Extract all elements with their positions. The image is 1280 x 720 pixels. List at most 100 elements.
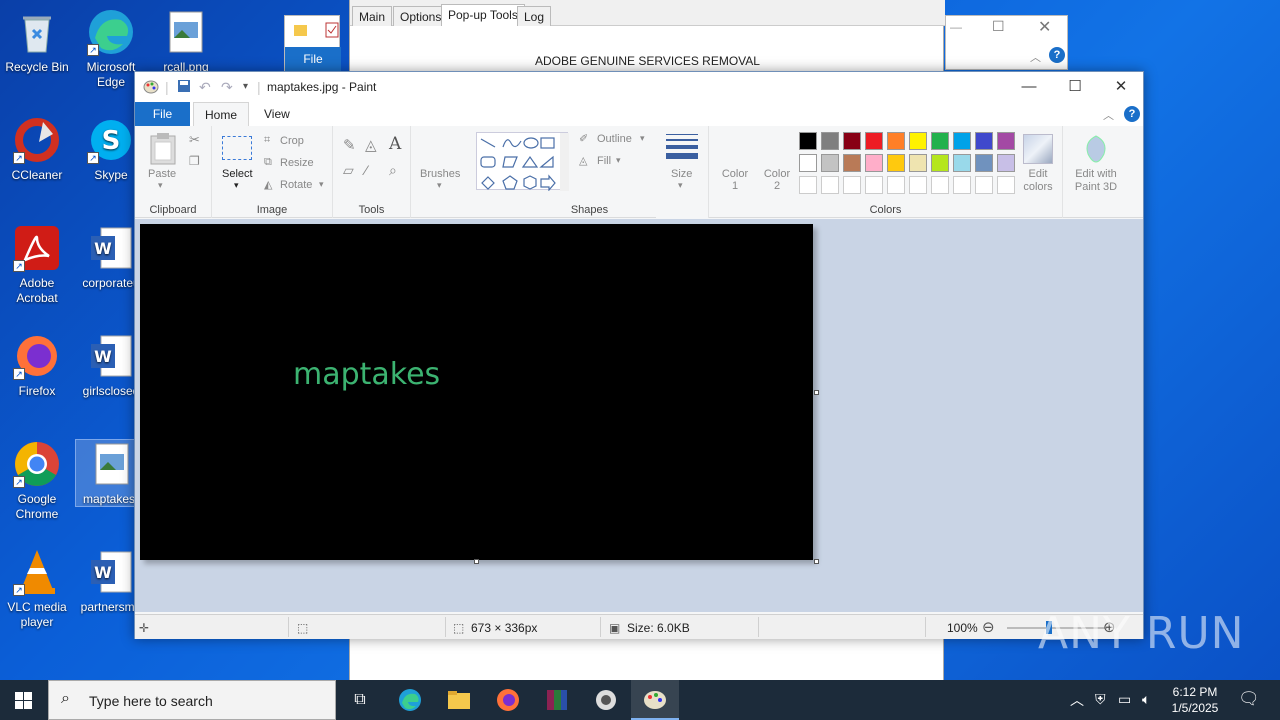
minimize-button[interactable]: —: [1006, 72, 1052, 102]
collapse-ribbon-icon[interactable]: ︿: [1103, 107, 1114, 123]
custom-color-slot[interactable]: [843, 176, 861, 194]
fill-icon[interactable]: ◬: [579, 154, 587, 167]
magnifier-icon[interactable]: ⌕: [389, 162, 397, 179]
color-swatch[interactable]: [887, 154, 905, 172]
paint-window[interactable]: | ↶ ↷ ▾ | maptakes.jpg - Paint — ☐ ✕ Fil…: [134, 71, 1144, 639]
paste-button[interactable]: Paste: [148, 168, 176, 180]
color2-button[interactable]: Color 2: [761, 168, 793, 192]
color-swatch[interactable]: [953, 154, 971, 172]
crop-icon[interactable]: ⌗: [264, 134, 270, 147]
tab-view[interactable]: View: [253, 102, 301, 126]
canvas-area[interactable]: maptakes: [135, 219, 1143, 612]
color-swatch[interactable]: [931, 132, 949, 150]
paste-icon[interactable]: [149, 132, 177, 166]
select-button[interactable]: Select: [222, 168, 253, 180]
notifications-icon[interactable]: 🗨︎: [1238, 689, 1260, 709]
cut-icon[interactable]: ✂: [189, 132, 200, 148]
color-swatch[interactable]: [821, 154, 839, 172]
image-canvas[interactable]: maptakes: [140, 224, 813, 560]
close-icon[interactable]: ✕: [1038, 17, 1051, 37]
color-swatch[interactable]: [975, 132, 993, 150]
resize-handle-right[interactable]: [814, 390, 819, 395]
pencil-icon[interactable]: ✎: [343, 136, 356, 154]
color-swatch[interactable]: [821, 132, 839, 150]
undo-icon[interactable]: ↶: [199, 79, 211, 96]
eraser-icon[interactable]: ▱: [343, 162, 354, 179]
desktop-icon-vlc[interactable]: ↗ VLC media player: [1, 548, 73, 630]
edit-colors-icon[interactable]: [1023, 134, 1053, 164]
edit-colors-button[interactable]: Edit colors: [1017, 168, 1059, 194]
color-swatch[interactable]: [865, 132, 883, 150]
security-icon[interactable]: ⛨: [1095, 691, 1106, 708]
desktop-icon-google-chrome[interactable]: ↗ Google Chrome: [1, 440, 73, 522]
outline-icon[interactable]: ✐: [579, 132, 588, 145]
taskbar-paint-icon[interactable]: [631, 680, 679, 720]
maximize-button[interactable]: ☐: [1052, 72, 1098, 102]
desktop-icon-adobe-acrobat[interactable]: ↗ Adobe Acrobat: [1, 224, 73, 306]
fill-button[interactable]: Fill: [597, 155, 611, 167]
color-swatch[interactable]: [931, 154, 949, 172]
tab-home[interactable]: Home: [193, 102, 250, 126]
desktop-icon-firefox[interactable]: ↗ Firefox: [1, 332, 73, 399]
taskbar-winrar-icon[interactable]: [533, 680, 581, 720]
tab-log[interactable]: Log: [517, 6, 552, 26]
customize-qat-icon[interactable]: ▾: [243, 81, 248, 92]
help-icon[interactable]: ?: [1049, 47, 1065, 63]
fill-bucket-icon[interactable]: ◬: [365, 136, 377, 154]
custom-color-slot[interactable]: [997, 176, 1015, 194]
color-swatch[interactable]: [909, 132, 927, 150]
desktop-icon-ccleaner[interactable]: ↗ CCleaner: [1, 116, 73, 183]
crop-button[interactable]: Crop: [280, 135, 304, 147]
text-tool-icon[interactable]: A: [389, 134, 401, 154]
shapes-gallery[interactable]: [476, 132, 569, 192]
color-swatch[interactable]: [799, 154, 817, 172]
show-hidden-icons-icon[interactable]: ︿: [1070, 690, 1084, 710]
taskbar-firefox-icon[interactable]: [484, 680, 532, 720]
resize-handle-bottom[interactable]: [474, 559, 479, 564]
tab-file[interactable]: File: [135, 102, 190, 126]
paint3d-icon[interactable]: [1082, 134, 1110, 164]
custom-color-slot[interactable]: [887, 176, 905, 194]
custom-color-slot[interactable]: [865, 176, 883, 194]
title-bar[interactable]: | ↶ ↷ ▾ | maptakes.jpg - Paint — ☐ ✕: [135, 72, 1143, 102]
custom-color-slot[interactable]: [799, 176, 817, 194]
custom-color-slot[interactable]: [953, 176, 971, 194]
maximize-icon[interactable]: ☐: [992, 18, 1005, 35]
size-icon[interactable]: [666, 134, 698, 159]
color-swatch[interactable]: [953, 132, 971, 150]
custom-color-slot[interactable]: [931, 176, 949, 194]
custom-color-slot[interactable]: [821, 176, 839, 194]
taskbar-search-box[interactable]: ⌕ Type here to search: [48, 680, 336, 720]
start-button[interactable]: [0, 680, 48, 720]
task-view-icon[interactable]: ⧉: [336, 680, 384, 720]
color-swatch[interactable]: [997, 132, 1015, 150]
redo-icon[interactable]: ↷: [221, 79, 233, 96]
color-swatch[interactable]: [887, 132, 905, 150]
tab-popup-tools[interactable]: Pop-up Tools: [441, 4, 525, 26]
rotate-icon[interactable]: ◭: [264, 178, 272, 191]
copy-icon[interactable]: ❐: [189, 154, 200, 168]
file-explorer-window[interactable]: File: [284, 15, 341, 72]
edit-with-paint3d-button[interactable]: Edit with Paint 3D: [1065, 168, 1127, 194]
color1-button[interactable]: Color 1: [719, 168, 751, 192]
desktop-icon-recycle-bin[interactable]: Recycle Bin: [1, 8, 73, 75]
volume-icon[interactable]: 🔈︎: [1142, 691, 1150, 708]
rotate-button[interactable]: Rotate: [280, 179, 312, 191]
clock[interactable]: 6:12 PM 1/5/2025: [1166, 684, 1224, 716]
tab-main[interactable]: Main: [352, 6, 393, 26]
color-swatch[interactable]: [975, 154, 993, 172]
size-button[interactable]: Size: [671, 168, 692, 180]
color-swatch[interactable]: [865, 154, 883, 172]
custom-color-slot[interactable]: [909, 176, 927, 194]
taskbar-app-icon[interactable]: [582, 680, 630, 720]
desktop-icon-rcall-png[interactable]: rcall.png: [150, 8, 222, 75]
select-icon[interactable]: [222, 136, 252, 160]
save-icon[interactable]: [177, 79, 191, 93]
resize-handle-corner[interactable]: [814, 559, 819, 564]
help-icon[interactable]: ?: [1124, 106, 1140, 122]
file-tab[interactable]: File: [285, 47, 341, 72]
resize-button[interactable]: Resize: [280, 157, 314, 169]
zoom-out-icon[interactable]: ⊖: [982, 618, 995, 636]
minimize-icon[interactable]: —: [950, 20, 962, 34]
resize-icon[interactable]: ⧉: [264, 156, 272, 169]
